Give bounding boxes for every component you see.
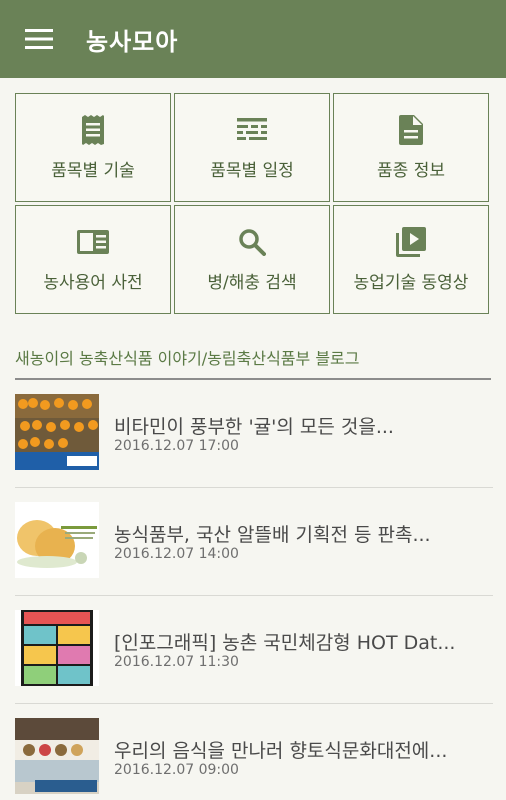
tile-label: 품종 정보 (377, 161, 445, 181)
post-date: 2016.12.07 09:00 (114, 762, 239, 778)
tile-dictionary[interactable]: 농사용어 사전 (15, 205, 171, 314)
tile-video[interactable]: 농업기술 동영상 (333, 205, 489, 314)
tile-label: 품목별 기술 (51, 161, 135, 181)
dictionary-icon (77, 230, 109, 254)
list-item[interactable]: [인포그래픽] 농촌 국민체감형 HOT Dat... 2016.12.07 1… (0, 596, 506, 704)
document-icon (399, 115, 423, 145)
list-item[interactable]: 농식품부, 국산 알뜰배 기획전 등 판촉... 2016.12.07 14:0… (0, 488, 506, 596)
tile-pest-search[interactable]: 병/해충 검색 (174, 205, 330, 314)
search-icon (239, 229, 266, 256)
post-title: [인포그래픽] 농촌 국민체감형 HOT Dat... (114, 632, 456, 654)
post-thumbnail (15, 502, 99, 578)
schedule-lines-icon (237, 118, 267, 140)
post-title: 농식품부, 국산 알뜰배 기획전 등 판촉... (114, 524, 431, 546)
app-title: 농사모아 (86, 27, 179, 56)
tile-variety-info[interactable]: 품종 정보 (333, 93, 489, 202)
tile-label: 농업기술 동영상 (353, 273, 469, 293)
blog-section-header: 새농이의 농축산식품 이야기/농림축산식품부 블로그 (15, 349, 360, 368)
post-title: 우리의 음식을 만나러 향토식문화대전에... (114, 740, 448, 762)
post-date: 2016.12.07 14:00 (114, 546, 239, 562)
tile-label: 품목별 일정 (210, 161, 294, 181)
video-library-icon (396, 227, 426, 257)
list-item[interactable]: 우리의 음식을 만나러 향토식문화대전에... 2016.12.07 09:00 (0, 704, 506, 800)
tile-item-tech[interactable]: 품목별 기술 (15, 93, 171, 202)
tile-label: 농사용어 사전 (43, 273, 143, 293)
post-thumbnail (15, 718, 99, 794)
list-item[interactable]: 비타민이 풍부한 '귤'의 모든 것을... 2016.12.07 17:00 (0, 380, 506, 488)
tile-label: 병/해충 검색 (207, 273, 297, 293)
menu-grid: 품목별 기술 품목별 일정 품종 정보 농사용어 사전 병/해충 검색 농업기술… (15, 93, 491, 315)
menu-button[interactable] (0, 0, 78, 78)
hamburger-menu-icon (25, 29, 53, 49)
tile-item-schedule[interactable]: 품목별 일정 (174, 93, 330, 202)
post-date: 2016.12.07 17:00 (114, 438, 239, 454)
receipt-icon (82, 115, 104, 145)
post-thumbnail (15, 394, 99, 470)
post-thumbnail (15, 610, 99, 686)
post-title: 비타민이 풍부한 '귤'의 모든 것을... (114, 416, 394, 438)
app-bar: 농사모아 (0, 0, 506, 78)
post-date: 2016.12.07 11:30 (114, 654, 239, 670)
